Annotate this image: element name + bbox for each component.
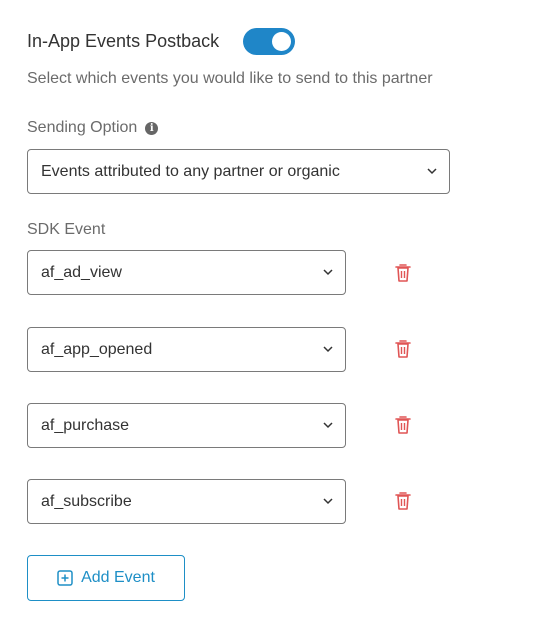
sending-option-label: Sending Option <box>27 119 138 136</box>
postback-toggle[interactable] <box>243 28 296 55</box>
sdk-event-value: af_app_opened <box>41 340 153 358</box>
sdk-event-value: af_ad_view <box>41 263 122 281</box>
postback-header: In-App Events Postback <box>27 28 296 55</box>
chevron-down-icon <box>323 421 333 428</box>
plus-square-icon <box>57 570 73 586</box>
sdk-event-label: SDK Event <box>27 221 106 238</box>
sdk-event-select[interactable]: af_app_opened <box>27 327 346 372</box>
add-event-button[interactable]: Add Event <box>27 555 185 601</box>
trash-icon[interactable] <box>394 491 412 511</box>
sdk-event-value: af_purchase <box>41 416 130 434</box>
info-icon[interactable]: i <box>145 121 159 135</box>
sdk-event-select[interactable]: af_subscribe <box>27 479 346 524</box>
sdk-event-select[interactable]: af_ad_view <box>27 250 346 295</box>
trash-icon[interactable] <box>394 339 412 359</box>
sending-option-select[interactable]: Events attributed to any partner or orga… <box>27 149 450 194</box>
chevron-down-icon <box>323 268 333 275</box>
section-title: In-App Events Postback <box>27 31 220 51</box>
trash-icon[interactable] <box>394 415 412 435</box>
chevron-down-icon <box>427 167 437 174</box>
sdk-event-value: af_subscribe <box>41 492 132 510</box>
toggle-knob <box>272 32 292 51</box>
add-event-label: Add Event <box>81 569 155 586</box>
sending-option-value: Events attributed to any partner or orga… <box>41 162 340 180</box>
chevron-down-icon <box>323 497 333 504</box>
in-app-events-postback-panel: In-App Events Postback Select which even… <box>0 0 552 631</box>
sending-option-label-row: Sending Option i <box>27 119 159 137</box>
section-subtitle: Select which events you would like to se… <box>27 70 433 87</box>
chevron-down-icon <box>323 345 333 352</box>
trash-icon[interactable] <box>394 263 412 283</box>
sdk-event-select[interactable]: af_purchase <box>27 403 346 448</box>
